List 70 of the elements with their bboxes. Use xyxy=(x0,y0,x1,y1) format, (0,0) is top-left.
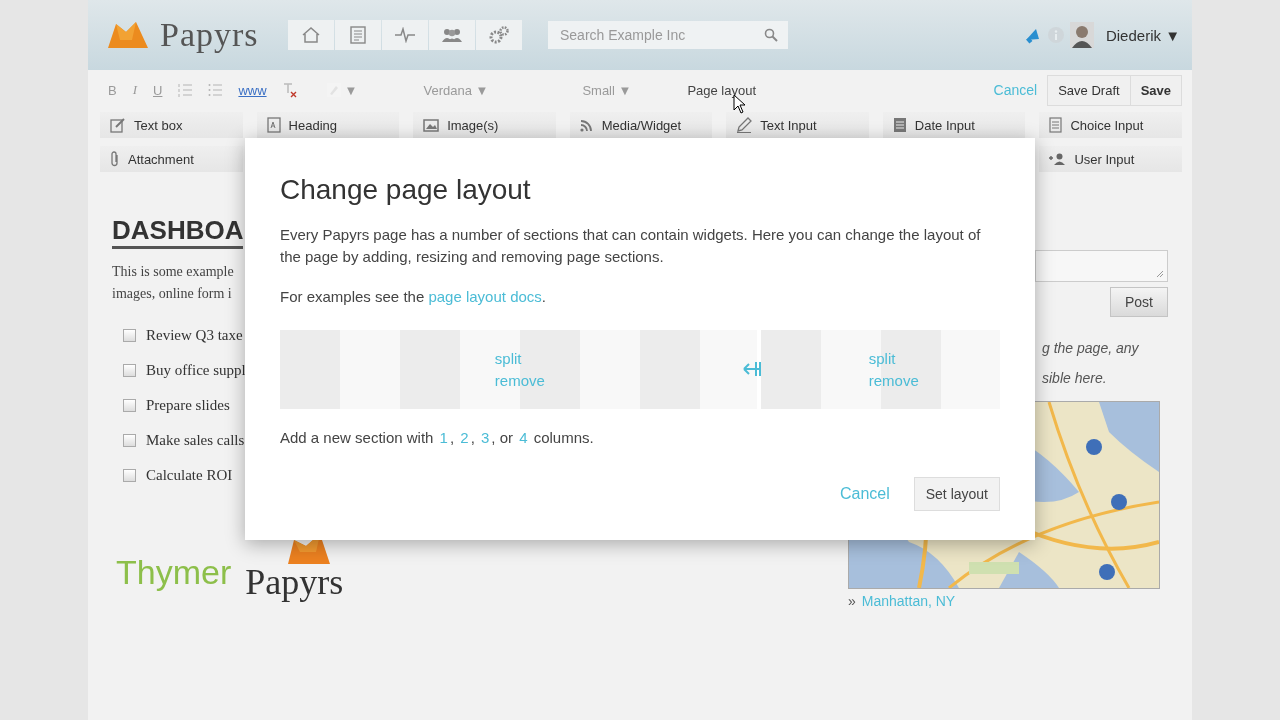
info-icon[interactable] xyxy=(1047,27,1064,43)
paperclip-icon xyxy=(110,151,120,167)
bullet-list-icon[interactable] xyxy=(208,83,223,97)
dialog-title: Change page layout xyxy=(280,174,532,206)
set-layout-button[interactable]: Set layout xyxy=(913,477,1000,511)
widget-button[interactable]: Date Input xyxy=(882,112,1026,138)
checkbox[interactable] xyxy=(123,328,136,342)
checkbox[interactable] xyxy=(123,398,136,412)
intro-text: images, online form i xyxy=(112,284,232,303)
post-button[interactable]: Post xyxy=(1110,287,1168,317)
widget-button[interactable]: User Input xyxy=(1039,146,1182,172)
avatar[interactable] xyxy=(1069,22,1094,48)
task-label: Make sales calls xyxy=(146,431,245,449)
task-label: Buy office suppl xyxy=(146,361,246,379)
papyrs-logo: Papyrs xyxy=(245,563,344,600)
pulse-icon[interactable] xyxy=(382,20,428,50)
examples-text: For examples see the page layout docs. xyxy=(280,287,547,307)
location-link[interactable]: Manhattan, NY xyxy=(861,593,956,609)
add-user-icon xyxy=(1049,153,1067,165)
bullet-marker: » xyxy=(848,593,856,609)
search-field[interactable]: Search Example Inc xyxy=(548,21,788,49)
user-menu[interactable]: Diederik ▼ xyxy=(1105,26,1180,44)
thymer-logo: Thymer xyxy=(116,552,232,593)
column-count-link[interactable]: 2 xyxy=(458,429,471,446)
note-text: sible here. xyxy=(1042,369,1108,388)
numbered-list-icon[interactable] xyxy=(178,83,193,97)
checkbox[interactable] xyxy=(123,433,136,447)
split-link[interactable]: split xyxy=(868,348,896,370)
widget-button[interactable]: Image(s) xyxy=(413,112,556,138)
calendar-icon xyxy=(892,117,907,133)
rss-icon xyxy=(579,118,594,132)
task-label: Calculate ROI xyxy=(146,466,233,484)
search-icon[interactable] xyxy=(764,28,778,42)
document-icon xyxy=(1049,117,1063,133)
checkbox[interactable] xyxy=(123,468,136,482)
column-count-link[interactable]: 3 xyxy=(478,429,492,446)
task-label: Prepare slides xyxy=(146,396,230,414)
page-heading: DASHBOA xyxy=(112,216,244,249)
home-icon[interactable] xyxy=(288,20,334,50)
intro-text: This is some example xyxy=(112,262,234,281)
pencil-icon xyxy=(736,117,753,133)
image-icon xyxy=(423,118,440,132)
clear-format-icon[interactable] xyxy=(282,82,297,98)
column-count-link[interactable]: 4 xyxy=(517,429,530,446)
resize-grip-icon[interactable] xyxy=(1156,270,1163,277)
edit-icon xyxy=(110,117,126,133)
widget-button[interactable]: Choice Input xyxy=(1039,112,1182,138)
checkbox[interactable] xyxy=(123,363,136,377)
widget-button[interactable]: Heading xyxy=(256,112,400,138)
logo-icon xyxy=(106,20,150,50)
widget-button[interactable]: Text box xyxy=(100,112,243,138)
dialog-description: Every Papyrs page has a number of sections that can contain widgets. Here you can change the layout of the page by adding, resizing and removing page sections. xyxy=(280,225,982,267)
cancel-link[interactable]: Cancel xyxy=(839,483,890,505)
document-icon[interactable] xyxy=(335,20,381,50)
comment-field[interactable] xyxy=(1035,250,1168,282)
logo-text: Papyrs xyxy=(160,16,259,54)
settings-icon[interactable] xyxy=(476,20,522,50)
task-label: Review Q3 taxe xyxy=(146,326,243,344)
split-link[interactable]: split xyxy=(494,348,522,370)
docs-link[interactable]: page layout docs xyxy=(428,288,542,305)
column-count-link[interactable]: 1 xyxy=(437,429,450,446)
add-section-text: Add a new section with 1, 2, 3, or 4 columns. xyxy=(280,428,595,448)
remove-link[interactable]: remove xyxy=(494,370,545,392)
widget-button[interactable]: Text Input xyxy=(726,112,869,138)
widget-button[interactable]: Media/Widget xyxy=(569,112,713,138)
heading-icon xyxy=(266,117,281,133)
widget-button[interactable]: Attachment xyxy=(100,146,243,172)
people-icon[interactable] xyxy=(429,20,475,50)
note-text: g the page, any xyxy=(1042,339,1140,358)
remove-link[interactable]: remove xyxy=(868,370,919,392)
